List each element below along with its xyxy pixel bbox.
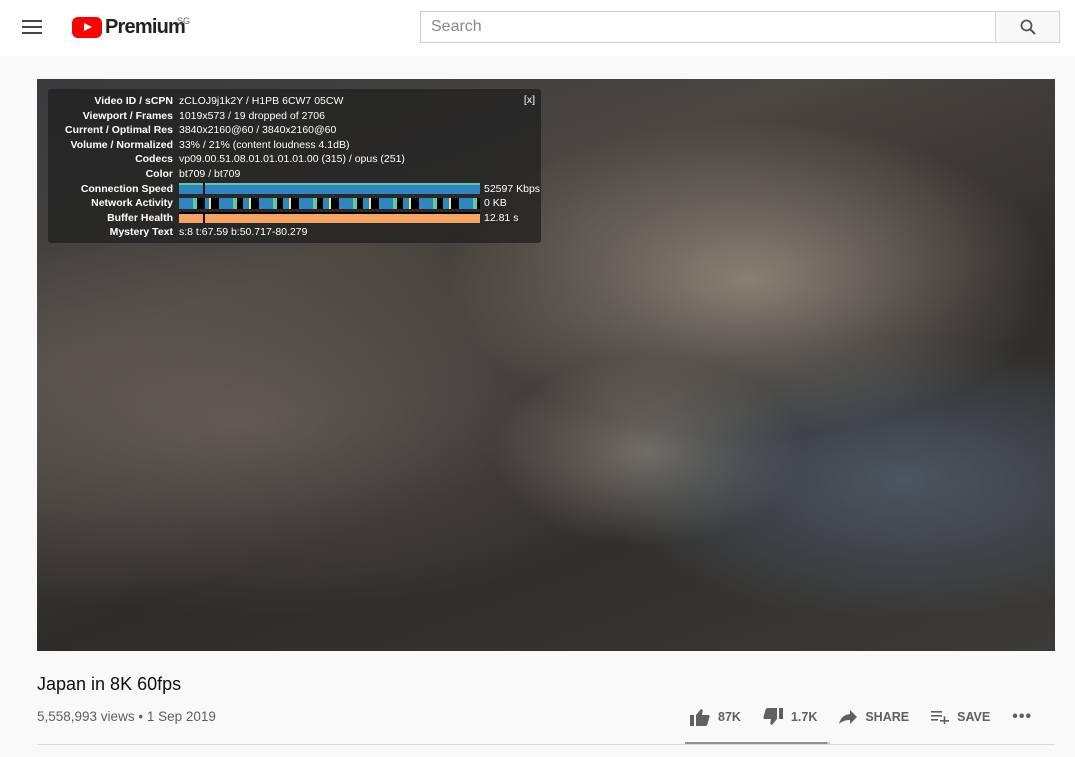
stats-value: s:8 t:67.59 b:50.717-80.279 (179, 226, 308, 239)
stats-label: Video ID / sCPN (94, 95, 173, 107)
stats-value: zCLOJ9j1k2Y / H1PB 6CW7 05CW (179, 95, 344, 107)
stats-graph (179, 212, 480, 224)
stats-row: Connection Speed 52597 Kbps (48, 182, 540, 196)
youtube-play-icon (72, 17, 102, 38)
share-label: SHARE (865, 710, 910, 724)
stats-row: Buffer Health 12.81 s (48, 211, 518, 225)
stats-value: 0 KB (484, 197, 507, 210)
stats-graph (179, 183, 480, 195)
playlist-add-icon (931, 711, 950, 724)
share-arrow-icon (839, 710, 858, 724)
brand-name: Premium (105, 16, 186, 38)
share-button[interactable]: SHARE (839, 709, 909, 725)
stats-row: Color bt709 / bt709 (48, 167, 241, 181)
search-icon (1020, 19, 1036, 35)
search-input[interactable]: Search (420, 11, 996, 43)
more-icon: ••• (1012, 708, 1033, 725)
video-player[interactable]: [x] Video ID / sCPN zCLOJ9j1k2Y / H1PB 6C… (37, 79, 1055, 651)
region-code: SG (177, 16, 191, 26)
divider (37, 744, 1055, 745)
top-bar: Premium SG Search (0, 0, 1075, 56)
action-bar: 87K 1.7K SHARE SAVE ••• (690, 708, 1054, 726)
stats-value: 3840x2160@60 / 3840x2160@60 (179, 124, 337, 137)
stats-row: Volume / Normalized 33% / 21% (content lo… (48, 138, 350, 152)
search-button[interactable] (995, 11, 1060, 43)
stats-value: vp09.00.51.08.01.01.01.01.00 (315) / opu… (179, 153, 405, 166)
stats-value: 52597 Kbps (484, 182, 541, 195)
close-stats-button[interactable]: [x] (524, 94, 535, 106)
stats-label: Connection Speed (80, 182, 173, 195)
stats-value: bt709 / bt709 (179, 168, 241, 180)
stats-label: Color (145, 168, 173, 180)
thumbs-up-icon (690, 709, 710, 726)
stats-row: Viewport / Frames 1019x573 / 19 dropped o… (48, 109, 325, 123)
stats-label: Buffer Health (107, 211, 173, 224)
stats-label: Current / Optimal Res (65, 124, 173, 137)
stats-row: Codecs vp09.00.51.08.01.01.01.01.00 (315)… (48, 152, 405, 166)
youtube-premium-logo[interactable]: Premium SG (72, 16, 190, 39)
stats-value: 12.81 s (484, 211, 519, 224)
save-label: SAVE (957, 710, 991, 724)
stats-label: Network Activity (91, 197, 173, 210)
stats-value: 1019x573 / 19 dropped of 2706 (179, 109, 325, 122)
like-button[interactable]: 87K (690, 708, 741, 726)
stats-value: 33% / 21% (content loudness 4.1dB) (179, 138, 350, 151)
like-count: 87K (718, 710, 741, 724)
stats-row: Current / Optimal Res 3840x2160@60 / 3840… (48, 123, 336, 137)
stats-for-nerds-panel: [x] Video ID / sCPN zCLOJ9j1k2Y / H1PB 6C… (48, 89, 541, 243)
save-button[interactable]: SAVE (931, 710, 990, 724)
stats-label: Mystery Text (109, 226, 173, 239)
view-count: 5,558,993 views (37, 709, 135, 724)
stats-label: Codecs (135, 153, 173, 166)
stats-row: Network Activity 0 KB (48, 196, 507, 210)
video-title: Japan in 8K 60fps (37, 674, 182, 694)
stats-label: Volume / Normalized (70, 138, 174, 151)
stats-label: Viewport / Frames (82, 109, 173, 122)
upload-date: 1 Sep 2019 (146, 709, 216, 724)
video-meta: 5,558,993 views • 1 Sep 2019 (37, 709, 216, 724)
stats-graph (179, 197, 480, 209)
more-actions-button[interactable]: ••• (1012, 708, 1032, 726)
dislike-button[interactable]: 1.7K (763, 708, 817, 726)
thumbs-down-icon (763, 708, 783, 725)
dislike-count: 1.7K (790, 710, 818, 724)
stats-row: Video ID / sCPN zCLOJ9j1k2Y / H1PB 6CW7 0… (48, 94, 343, 108)
menu-icon[interactable] (22, 20, 42, 34)
stats-row: Mystery Text s:8 t:67.59 b:50.717-80.279 (48, 225, 308, 239)
